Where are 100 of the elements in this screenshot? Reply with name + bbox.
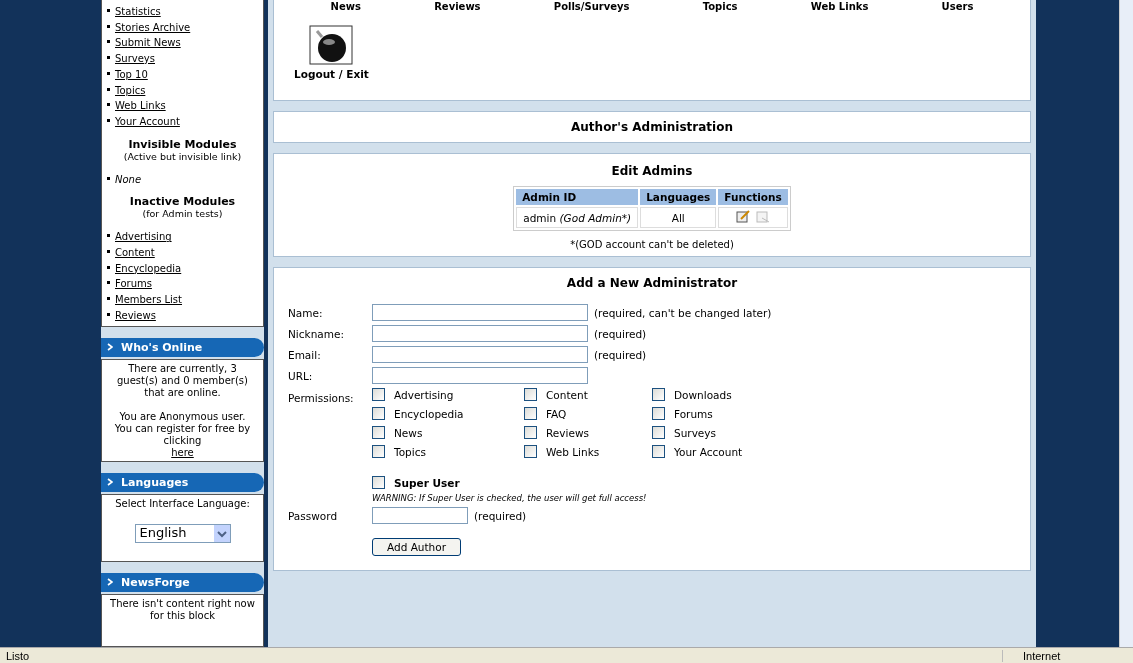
checkbox[interactable] [372, 445, 385, 458]
checkbox-label: Your Account [674, 445, 743, 458]
checkbox[interactable] [524, 388, 537, 401]
bullet-icon [107, 87, 110, 91]
checkbox[interactable] [524, 445, 537, 458]
panel-title: Author's Administration [570, 119, 734, 136]
column-header: Admin ID [516, 189, 639, 205]
chevron-icon [107, 578, 113, 587]
bullet-icon [107, 103, 110, 107]
checkbox[interactable] [524, 407, 537, 420]
register-link[interactable]: here [171, 446, 194, 458]
bullet-icon [107, 312, 110, 316]
input-field[interactable] [372, 367, 588, 384]
nav-label[interactable]: Users [941, 1, 974, 13]
checkbox[interactable] [372, 388, 385, 401]
table-cell: admin (God Admin*) [516, 207, 639, 228]
bullet-icon [107, 71, 110, 75]
checkbox-label: Downloads [674, 388, 732, 401]
edit-icon[interactable] [736, 210, 751, 223]
bullet-icon [107, 176, 110, 180]
bullet-icon [107, 24, 110, 28]
checkbox-label: Surveys [674, 426, 716, 439]
checkbox[interactable] [372, 476, 385, 489]
nav-label[interactable]: Web Links [810, 1, 869, 13]
checkbox-label: Reviews [546, 426, 589, 439]
nav-label[interactable]: Topics [702, 1, 738, 13]
sidebar-link[interactable]: Your Account [115, 115, 180, 127]
panel-title: Add a New Administrator [565, 275, 739, 292]
checkbox-label: Advertising [394, 388, 454, 401]
bullet-icon [107, 56, 110, 60]
add-author-button[interactable]: Add Author [372, 538, 462, 556]
field-label: Password [288, 509, 339, 522]
column-header: Functions [718, 189, 788, 205]
bullet-icon [107, 250, 110, 254]
section-note: (Active but invisible link) [122, 150, 243, 162]
bullet-icon [107, 281, 110, 285]
field-label: Email: [288, 348, 322, 361]
field-hint: (required) [474, 509, 527, 522]
section-note: (for Admin tests) [141, 208, 224, 220]
checkbox[interactable] [652, 445, 665, 458]
nav-label[interactable]: Polls/Surveys [553, 1, 630, 13]
checkbox[interactable] [652, 426, 665, 439]
checkbox-label: Topics [394, 445, 426, 458]
field-hint: (required, can't be changed later) [594, 306, 772, 319]
sidebar-link[interactable]: Forums [115, 278, 152, 290]
block-text: There isn't content right now for this block [110, 597, 255, 622]
sidebar-link[interactable]: Reviews [115, 309, 156, 321]
bomb-icon[interactable] [309, 25, 354, 65]
panel-title: Edit Admins [610, 163, 694, 180]
nav-label[interactable]: Reviews [434, 1, 481, 13]
sidebar-link[interactable]: Topics [115, 84, 146, 96]
checkbox[interactable] [524, 426, 537, 439]
status-zone: Internet [1002, 649, 1133, 662]
warning-text: WARNING: If Super User is checked, the user will get full access! [372, 493, 648, 503]
field-label: Permissions: [288, 392, 355, 404]
checkbox-label: Content [546, 388, 588, 401]
block-header: NewsForge [101, 572, 264, 592]
bullet-icon [107, 265, 110, 269]
block-text: Select Interface Language: [114, 497, 251, 510]
checkbox-label: Web Links [546, 445, 600, 458]
sidebar-link[interactable]: Web Links [115, 100, 166, 112]
chevron-icon [107, 343, 113, 352]
sidebar-link[interactable]: Encyclopedia [115, 262, 182, 274]
checkbox-label: Forums [674, 407, 713, 420]
scrollbar[interactable] [1119, 0, 1133, 647]
sidebar-link[interactable]: Members List [115, 294, 182, 306]
checkbox[interactable] [652, 407, 665, 420]
input-field[interactable] [372, 346, 588, 363]
bullet-icon [107, 40, 110, 44]
sidebar-link[interactable]: Stories Archive [115, 21, 191, 33]
nav-label[interactable]: News [330, 1, 361, 13]
password-field[interactable] [372, 507, 468, 524]
caret-icon [213, 524, 230, 542]
sidebar-link[interactable]: Submit News [115, 37, 181, 49]
sidebar-link[interactable]: Advertising [115, 231, 172, 243]
sidebar-link[interactable]: Content [115, 247, 155, 259]
bullet-icon [107, 297, 110, 301]
checkbox-label: Encyclopedia [394, 407, 464, 420]
checkbox-label: News [394, 426, 423, 439]
field-label: URL: [288, 369, 314, 382]
sidebar-link[interactable]: Statistics [115, 6, 161, 17]
input-field[interactable] [372, 325, 588, 342]
checkbox[interactable] [372, 407, 385, 420]
language-select[interactable]: English [134, 523, 231, 543]
checkbox-label: FAQ [546, 407, 567, 420]
module-item: None [115, 173, 142, 185]
field-hint: (required) [594, 348, 647, 361]
section-heading: Invisible Modules [127, 137, 238, 151]
bullet-icon [107, 234, 110, 238]
field-hint: (required) [594, 327, 647, 340]
logout-label[interactable]: Logout / Exit [294, 68, 369, 80]
block-header: Languages [101, 472, 264, 492]
input-field[interactable] [372, 304, 588, 321]
checkbox[interactable] [652, 388, 665, 401]
sidebar-link[interactable]: Surveys [115, 53, 155, 65]
checkbox[interactable] [372, 426, 385, 439]
field-label: Nickname: [288, 327, 345, 340]
section-heading: Inactive Modules [128, 195, 237, 209]
sidebar-link[interactable]: Top 10 [115, 68, 148, 80]
field-label: Name: [288, 306, 324, 319]
